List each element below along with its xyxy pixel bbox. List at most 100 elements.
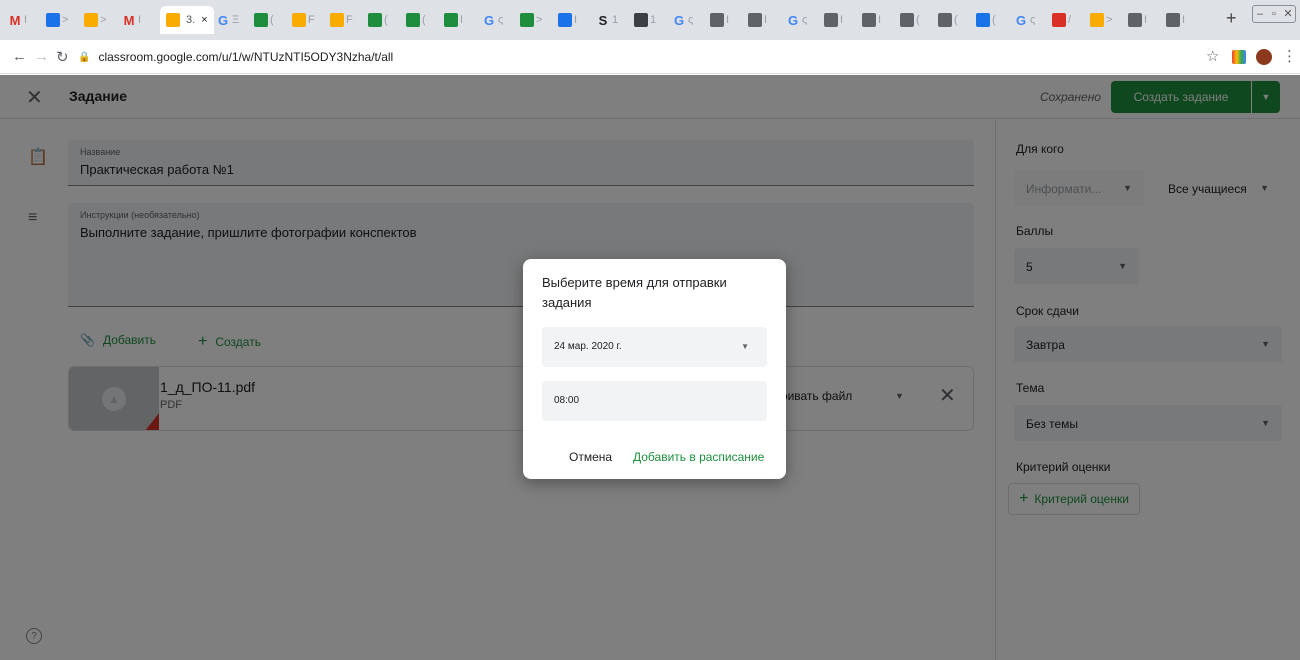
- chevron-down-icon: ▼: [741, 342, 749, 351]
- browser-tab[interactable]: (: [406, 8, 426, 32]
- tab-title: I: [840, 14, 844, 26]
- tab-title: F: [346, 14, 353, 26]
- browser-tab[interactable]: I: [1128, 8, 1147, 32]
- browser-tab[interactable]: (: [254, 8, 274, 32]
- tab-title: I: [1144, 14, 1148, 26]
- minimize-icon[interactable]: –: [1253, 6, 1267, 22]
- drive-icon: [710, 13, 724, 27]
- screen-icon: [862, 13, 876, 27]
- browser-tab[interactable]: MI: [122, 8, 141, 32]
- gmail-icon: M: [9, 12, 21, 28]
- time-input-value: 08:00: [554, 395, 580, 406]
- tab-title: >: [62, 14, 69, 26]
- browser-tab[interactable]: S1: [596, 8, 618, 32]
- lock-icon: 🔒: [78, 51, 91, 63]
- reload-icon[interactable]: ↻: [56, 48, 69, 66]
- date-select-value: 24 мар. 2020 г.: [554, 341, 622, 352]
- browser-tab[interactable]: I: [862, 8, 881, 32]
- tab-title: (: [916, 14, 920, 26]
- browser-tab[interactable]: GΞ: [216, 8, 239, 32]
- classroom-icon: [166, 13, 180, 27]
- browser-tab[interactable]: (: [938, 8, 958, 32]
- browser-tab[interactable]: F: [292, 8, 315, 32]
- window-icon: [976, 13, 990, 27]
- screen-icon: [824, 13, 838, 27]
- youtube-icon: [1052, 13, 1066, 27]
- browser-tab[interactable]: I: [824, 8, 843, 32]
- cancel-button[interactable]: Отмена: [569, 450, 612, 464]
- tab-title: (: [270, 14, 274, 26]
- forward-arrow-icon[interactable]: →: [34, 48, 49, 65]
- menu-dots-icon[interactable]: ⋮: [1282, 47, 1297, 65]
- browser-tab[interactable]: I: [748, 8, 767, 32]
- browser-tab[interactable]: (: [976, 8, 996, 32]
- back-arrow-icon[interactable]: ←: [12, 48, 27, 65]
- gmail-icon: M: [123, 12, 135, 28]
- print-icon: [938, 13, 952, 27]
- google-icon: G: [217, 12, 229, 28]
- globe-icon: [1166, 13, 1180, 27]
- browser-tab[interactable]: I: [710, 8, 729, 32]
- tab-title: I: [764, 14, 768, 26]
- tab-title: I: [574, 14, 578, 26]
- tab-title: I: [460, 14, 464, 26]
- shield-icon: [558, 13, 572, 27]
- browser-tab[interactable]: 1: [634, 8, 656, 32]
- schedule-dialog: Выберите время для отправки задания 24 м…: [523, 259, 786, 479]
- active-tab-title: 3.: [186, 14, 196, 26]
- browser-tab[interactable]: Gς: [672, 8, 693, 32]
- bookmark-star-icon[interactable]: ☆: [1206, 47, 1219, 65]
- print-icon: [900, 13, 914, 27]
- tab-title: ς: [498, 14, 504, 26]
- browser-tab[interactable]: (: [900, 8, 920, 32]
- browser-tab[interactable]: >: [1090, 8, 1112, 32]
- browser-tab[interactable]: >: [520, 8, 542, 32]
- restore-icon[interactable]: ▫: [1267, 6, 1281, 22]
- browser-tab[interactable]: Gς: [1014, 8, 1035, 32]
- new-tab-button[interactable]: +: [1226, 8, 1237, 29]
- classroom-icon: [520, 13, 534, 27]
- browser-tab[interactable]: Gς: [786, 8, 807, 32]
- hand-icon: [1090, 13, 1104, 27]
- browser-tab[interactable]: 3. ×: [160, 6, 214, 34]
- browser-tab[interactable]: F: [330, 8, 353, 32]
- tab-title: I: [138, 14, 142, 26]
- browser-tab[interactable]: Gς: [482, 8, 503, 32]
- browser-tab[interactable]: >: [84, 8, 106, 32]
- browser-tab[interactable]: (: [368, 8, 388, 32]
- tab-title: 1: [650, 14, 657, 26]
- browser-tab[interactable]: I: [444, 8, 463, 32]
- google-icon: G: [1015, 12, 1027, 28]
- classroom-icon: [368, 13, 382, 27]
- tab-title: I: [24, 14, 28, 26]
- add-to-schedule-button[interactable]: Добавить в расписание: [633, 450, 764, 464]
- extension-icon[interactable]: [1232, 50, 1246, 64]
- profile-avatar[interactable]: [1256, 49, 1272, 65]
- tab-title: /: [1068, 14, 1072, 26]
- classroom-icon: [406, 13, 420, 27]
- close-window-icon[interactable]: ✕: [1281, 6, 1295, 22]
- tab-title: >: [100, 14, 107, 26]
- time-input[interactable]: 08:00: [542, 381, 767, 421]
- classroom-icon: [444, 13, 458, 27]
- address-bar[interactable]: 🔒 classroom.google.com/u/1/w/NTUzNTI5ODY…: [78, 46, 1158, 68]
- tab-title: (: [992, 14, 996, 26]
- tab-title: ς: [802, 14, 808, 26]
- tab-title: ς: [688, 14, 694, 26]
- browser-tab[interactable]: >: [46, 8, 68, 32]
- window-controls: – ▫ ✕: [1252, 5, 1296, 23]
- tab-close-icon[interactable]: ×: [201, 14, 207, 26]
- date-select[interactable]: 24 мар. 2020 г. ▼: [542, 327, 767, 367]
- classroom-icon: [254, 13, 268, 27]
- classroom-icon: [46, 13, 60, 27]
- tab-title: (: [384, 14, 388, 26]
- browser-tab[interactable]: I: [1166, 8, 1185, 32]
- browser-tab[interactable]: I: [558, 8, 577, 32]
- browser-tab-strip: M I > > M I 3. × G Ξ(F F((I Gς > I S 1 1 Gς I I Gς I I(((Gς / > I…: [0, 0, 1300, 40]
- google-icon: G: [483, 12, 495, 28]
- google-icon: G: [673, 12, 685, 28]
- classroom-icon: [292, 13, 306, 27]
- browser-tab[interactable]: MI: [8, 8, 27, 32]
- tab-title: I: [878, 14, 882, 26]
- browser-tab[interactable]: /: [1052, 8, 1071, 32]
